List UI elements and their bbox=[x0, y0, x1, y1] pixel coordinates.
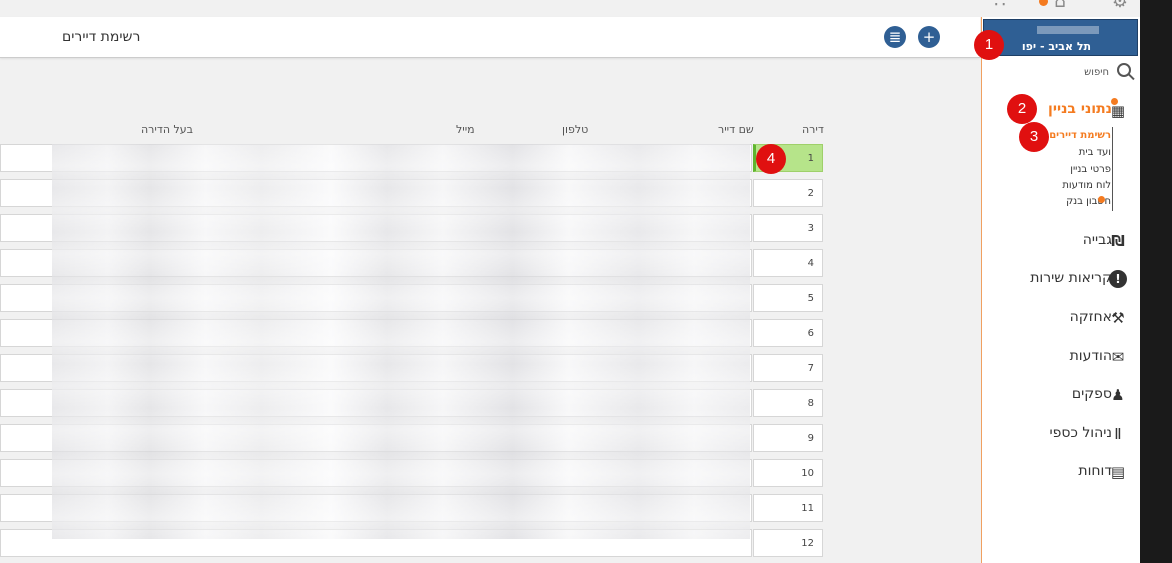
top-bar bbox=[0, 0, 1140, 17]
shekel-icon: ₪ bbox=[1111, 232, 1125, 250]
page-header: רשימת דיירים ≣ + bbox=[0, 17, 980, 58]
document-icon: ≣ bbox=[888, 28, 902, 46]
apartment-cell[interactable]: 12 bbox=[753, 529, 823, 557]
scrollbar[interactable] bbox=[1140, 0, 1172, 563]
gear-icon[interactable]: ⚙ bbox=[1110, 0, 1130, 12]
bank-account-dot bbox=[1098, 196, 1105, 203]
sidebar-item-collection[interactable]: גבייה bbox=[1083, 232, 1112, 248]
apartment-cell[interactable]: 2 bbox=[753, 179, 823, 207]
alert-icon: ! bbox=[1109, 270, 1127, 288]
sidebar-subitem-building-details[interactable]: פרטי בניין bbox=[1070, 164, 1111, 175]
plus-icon: + bbox=[922, 28, 936, 46]
add-button[interactable]: + bbox=[918, 26, 940, 48]
redacted-overlay bbox=[52, 144, 750, 539]
apartment-cell[interactable]: 5 bbox=[753, 284, 823, 312]
apartment-cell[interactable]: 11 bbox=[753, 494, 823, 522]
redacted-building-line bbox=[1037, 26, 1099, 34]
bell-icon[interactable]: ⌂ bbox=[1050, 0, 1070, 12]
column-header-apartment: דירה bbox=[802, 123, 824, 136]
building-data-dot bbox=[1111, 98, 1118, 105]
sidebar-item-maintenance[interactable]: אחזקה bbox=[1070, 309, 1112, 325]
apartment-cell[interactable]: 10 bbox=[753, 459, 823, 487]
building-grid-icon: ▦ bbox=[1110, 102, 1126, 120]
sidebar-subitem-house-committee[interactable]: ועד בית bbox=[1079, 147, 1111, 158]
search-label: חיפוש bbox=[1084, 67, 1109, 78]
column-header-tenant-name: שם דייר bbox=[718, 123, 754, 136]
document-button[interactable]: ≣ bbox=[884, 26, 906, 48]
annotation-badge: 4 bbox=[758, 146, 784, 172]
column-header-email: מייל bbox=[456, 123, 475, 136]
sidebar-item-suppliers[interactable]: ספקים bbox=[1072, 386, 1112, 402]
sidebar-item-financial[interactable]: ניהול כספי bbox=[1050, 425, 1112, 441]
page-title: רשימת דיירים bbox=[62, 29, 141, 45]
annotation-badge: 2 bbox=[1009, 96, 1035, 122]
apartment-cell[interactable]: 6 bbox=[753, 319, 823, 347]
worker-icon: ♟ bbox=[1111, 386, 1125, 404]
column-header-owner: בעל הדירה bbox=[141, 123, 194, 136]
building-name: תל אביב - יפו bbox=[1021, 40, 1091, 53]
report-icon: ▤ bbox=[1110, 463, 1126, 481]
sidebar-item-messages[interactable]: הודעות bbox=[1070, 348, 1112, 364]
apartment-cell[interactable]: 8 bbox=[753, 389, 823, 417]
search-icon[interactable] bbox=[1117, 63, 1131, 77]
sidebar-subitem-tenant-list[interactable]: רשימת דיירים bbox=[1049, 130, 1111, 141]
annotation-badge: 3 bbox=[1021, 124, 1047, 150]
apartment-cell[interactable]: 3 bbox=[753, 214, 823, 242]
sub-nav-line bbox=[1112, 127, 1113, 211]
bar-chart-icon: Ⅱ bbox=[1114, 425, 1122, 443]
annotation-badge: 1 bbox=[976, 32, 1002, 58]
building-selector[interactable]: תל אביב - יפו bbox=[983, 19, 1138, 56]
wrench-icon: ⚒ bbox=[1111, 309, 1125, 327]
apartment-cell[interactable]: 7 bbox=[753, 354, 823, 382]
apps-grid-icon[interactable]: ∷ bbox=[990, 0, 1010, 12]
sidebar-subitem-notice-board[interactable]: לוח מודעות bbox=[1062, 180, 1111, 191]
apartment-cell[interactable]: 4 bbox=[753, 249, 823, 277]
apartment-cell[interactable]: 9 bbox=[753, 424, 823, 452]
sidebar-search[interactable]: חיפוש bbox=[985, 63, 1135, 83]
sidebar-item-reports[interactable]: דוחות bbox=[1078, 463, 1112, 479]
sidebar-item-building-data[interactable]: נתוני בניין bbox=[1048, 101, 1112, 117]
envelope-icon: ✉ bbox=[1111, 348, 1125, 366]
column-header-phone: טלפון bbox=[562, 123, 589, 136]
sidebar-item-service-calls[interactable]: קריאות שירות bbox=[1030, 270, 1112, 286]
